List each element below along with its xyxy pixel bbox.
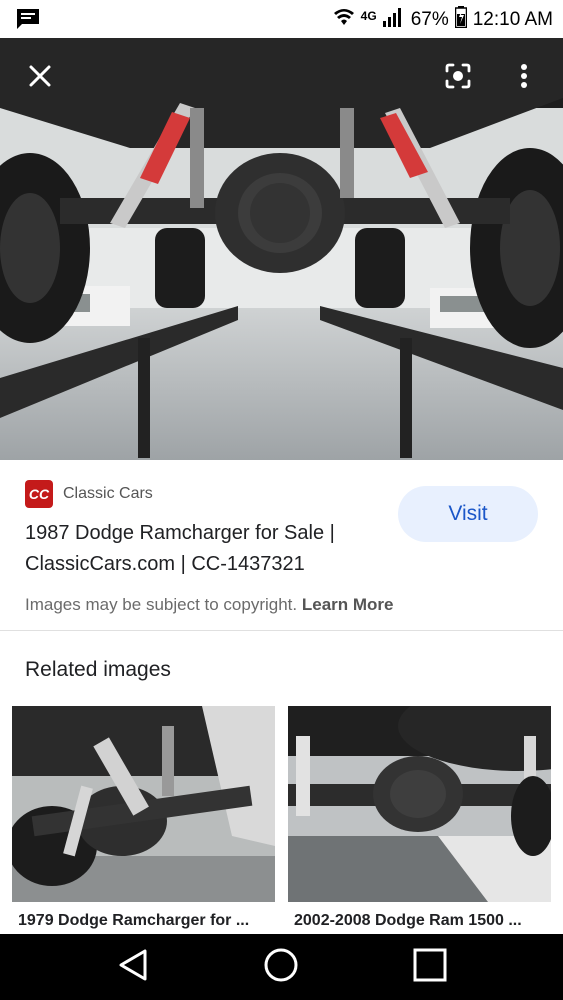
lens-button[interactable] <box>436 54 480 98</box>
lens-icon <box>444 62 472 90</box>
visit-button[interactable]: Visit <box>398 486 538 542</box>
related-image-1-caption[interactable]: 1979 Dodge Ramcharger for ... <box>18 912 278 930</box>
more-options-button[interactable] <box>502 54 546 98</box>
clock: 12:10 AM <box>472 9 553 30</box>
close-button[interactable] <box>18 54 62 98</box>
battery-icon <box>454 6 467 34</box>
network-type-label: 4G <box>360 9 377 23</box>
navigation-bar <box>0 934 563 1000</box>
related-image-1[interactable] <box>12 706 275 902</box>
copyright-notice: Images may be subject to copyright. Lear… <box>25 595 394 615</box>
battery-percent: 67% <box>410 9 449 30</box>
signal-icon <box>382 7 405 33</box>
back-icon <box>117 948 149 987</box>
related-image-2-picture <box>288 706 551 902</box>
recents-icon <box>413 948 447 987</box>
home-button[interactable] <box>256 944 306 990</box>
learn-more-link[interactable]: Learn More <box>302 595 394 614</box>
divider <box>0 630 563 631</box>
result-title[interactable]: 1987 Dodge Ramcharger for Sale | Classic… <box>25 518 395 580</box>
back-button[interactable] <box>108 944 158 990</box>
status-bar: 4G 67% 12:10 AM <box>0 0 563 38</box>
related-image-1-picture <box>12 706 275 902</box>
truck-undercarriage-image <box>0 38 563 460</box>
more-vert-icon <box>520 63 528 89</box>
related-image-2-caption[interactable]: 2002-2008 Dodge Ram 1500 ... <box>294 912 554 930</box>
hero-image[interactable] <box>0 38 563 460</box>
close-icon <box>28 64 52 88</box>
related-images-heading: Related images <box>25 658 171 681</box>
home-icon <box>263 947 299 988</box>
site-favicon: CC <box>25 480 53 508</box>
related-image-2[interactable] <box>288 706 551 902</box>
source-name: Classic Cars <box>63 485 153 502</box>
copyright-text: Images may be subject to copyright. <box>25 595 298 614</box>
wifi-icon <box>333 7 355 33</box>
message-notification-icon <box>16 8 40 35</box>
recents-button[interactable] <box>405 944 455 990</box>
source-row[interactable]: CC Classic Cars <box>25 480 153 508</box>
